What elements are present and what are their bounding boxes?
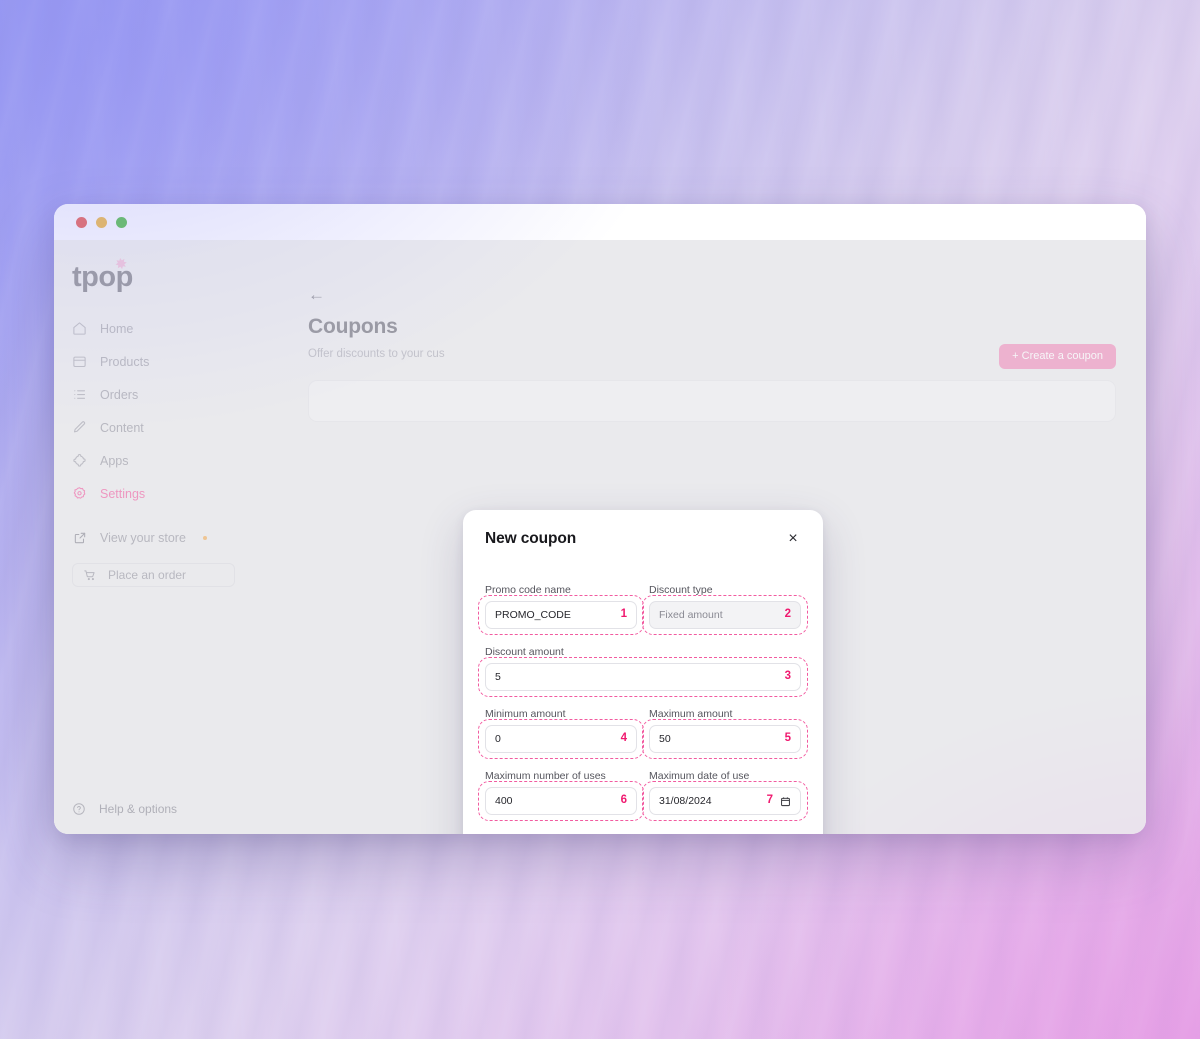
annotation-badge: 7 — [766, 794, 773, 807]
field-value: 5 — [495, 671, 501, 683]
create-coupon-button[interactable]: + Create a coupon — [999, 344, 1116, 369]
window-close-button[interactable] — [76, 216, 87, 228]
field-value: 400 — [495, 795, 513, 807]
field-discount-amount: Discount amount 5 3 — [478, 646, 808, 697]
butterfly-icon: ✸ — [113, 255, 129, 274]
sidebar-item-label: Content — [100, 420, 144, 435]
maximum-amount-input[interactable]: 50 5 — [649, 725, 801, 753]
sidebar: tpop ✸ Home Products Orders Content Apps… — [54, 240, 280, 834]
sidebar-item-home[interactable]: Home — [72, 318, 280, 339]
sidebar-item-apps[interactable]: Apps — [72, 450, 280, 471]
form-row: Promo code name PROMO_CODE 1 Discount ty… — [478, 584, 808, 635]
list-icon — [72, 387, 87, 402]
sidebar-item-label: Products — [100, 354, 150, 369]
field-label: Discount amount — [485, 646, 564, 658]
form-row: Maximum number of uses 400 6 Maximum dat… — [478, 770, 808, 821]
page-subtitle: Offer discounts to your cus — [308, 348, 445, 360]
puzzle-icon — [72, 453, 87, 468]
maximum-number-of-uses-input[interactable]: 400 6 — [485, 787, 637, 815]
external-link-icon — [72, 530, 87, 545]
annotation-badge: 2 — [784, 608, 791, 621]
annotation-badge: 6 — [620, 794, 627, 807]
field-discount-type: Discount type Fixed amount 2 — [642, 584, 808, 635]
sidebar-item-products[interactable]: Products — [72, 351, 280, 372]
field-minimum-amount: Minimum amount 0 4 — [478, 708, 644, 759]
field-value: 50 — [659, 733, 671, 745]
place-an-order-label: Place an order — [108, 568, 187, 582]
form-row: Status Published 8 — [485, 832, 801, 834]
help-and-options-link[interactable]: Help & options — [72, 802, 177, 816]
field-label: Minimum amount — [485, 708, 566, 720]
field-label: Maximum amount — [649, 708, 733, 720]
field-maximum-date-of-use: Maximum date of use 31/08/2024 7 — [642, 770, 808, 821]
window-titlebar — [54, 204, 1146, 240]
home-icon — [72, 321, 87, 336]
calendar-icon[interactable] — [780, 796, 791, 807]
new-coupon-dialog: New coupon × Promo code name PROMO_CODE … — [463, 510, 823, 834]
promo-code-name-input[interactable]: PROMO_CODE 1 — [485, 601, 637, 629]
field-value: 0 — [495, 733, 501, 745]
close-icon[interactable]: × — [785, 531, 801, 547]
field-label: Maximum date of use — [649, 770, 750, 782]
field-value: 31/08/2024 — [659, 795, 712, 807]
gear-icon — [72, 486, 87, 501]
view-your-store-label: View your store — [100, 530, 186, 545]
field-maximum-amount: Maximum amount 50 5 — [642, 708, 808, 759]
annotation-badge: 5 — [784, 732, 791, 745]
field-label: Promo code name — [485, 584, 571, 596]
notification-dot-icon — [202, 535, 207, 540]
minimum-amount-input[interactable]: 0 4 — [485, 725, 637, 753]
dialog-title: New coupon — [485, 530, 577, 547]
sidebar-item-label: Orders — [100, 387, 139, 402]
cart-icon — [83, 568, 97, 582]
tpop-logo[interactable]: tpop ✸ — [72, 255, 280, 292]
place-an-order-button[interactable]: Place an order — [72, 563, 235, 587]
discount-amount-input[interactable]: 5 3 — [485, 663, 801, 691]
page-title: Coupons — [308, 315, 398, 338]
field-promo-code-name: Promo code name PROMO_CODE 1 — [478, 584, 644, 635]
window-zoom-button[interactable] — [116, 216, 127, 228]
field-label: Maximum number of uses — [485, 770, 606, 782]
question-circle-icon — [72, 802, 86, 816]
field-value: Fixed amount — [659, 609, 723, 621]
field-label: Status — [485, 832, 801, 834]
help-and-options-label: Help & options — [99, 802, 178, 816]
form-row: Minimum amount 0 4 Maximum amount 50 5 — [478, 708, 808, 759]
browser-window: tpop ✸ Home Products Orders Content Apps… — [54, 204, 1146, 834]
maximum-date-of-use-input[interactable]: 31/08/2024 7 — [649, 787, 801, 815]
app-body: tpop ✸ Home Products Orders Content Apps… — [54, 240, 1146, 834]
field-label: Discount type — [649, 584, 713, 596]
pencil-icon — [72, 420, 87, 435]
sidebar-item-label: Apps — [100, 453, 129, 468]
annotation-badge: 1 — [620, 608, 627, 621]
coupons-list-card — [308, 380, 1116, 422]
field-maximum-number-of-uses: Maximum number of uses 400 6 — [478, 770, 644, 821]
annotation-badge: 4 — [620, 732, 627, 745]
field-status: Status Published 8 — [485, 832, 801, 834]
form-row: Discount amount 5 3 — [478, 646, 808, 697]
discount-type-select[interactable]: Fixed amount 2 — [649, 601, 801, 629]
sidebar-item-settings[interactable]: Settings — [72, 483, 280, 504]
field-value: PROMO_CODE — [495, 609, 571, 621]
box-icon — [72, 354, 87, 369]
back-arrow-icon[interactable]: ← — [308, 286, 326, 303]
sidebar-item-content[interactable]: Content — [72, 417, 280, 438]
desktop-background: tpop ✸ Home Products Orders Content Apps… — [0, 0, 1200, 1039]
view-your-store-link[interactable]: View your store — [72, 530, 280, 545]
dialog-header: New coupon × — [485, 530, 801, 548]
window-minimize-button[interactable] — [96, 216, 107, 228]
sidebar-item-orders[interactable]: Orders — [72, 384, 280, 405]
annotation-badge: 3 — [784, 670, 791, 683]
sidebar-item-label: Home — [100, 321, 134, 336]
sidebar-item-label: Settings — [100, 486, 146, 501]
